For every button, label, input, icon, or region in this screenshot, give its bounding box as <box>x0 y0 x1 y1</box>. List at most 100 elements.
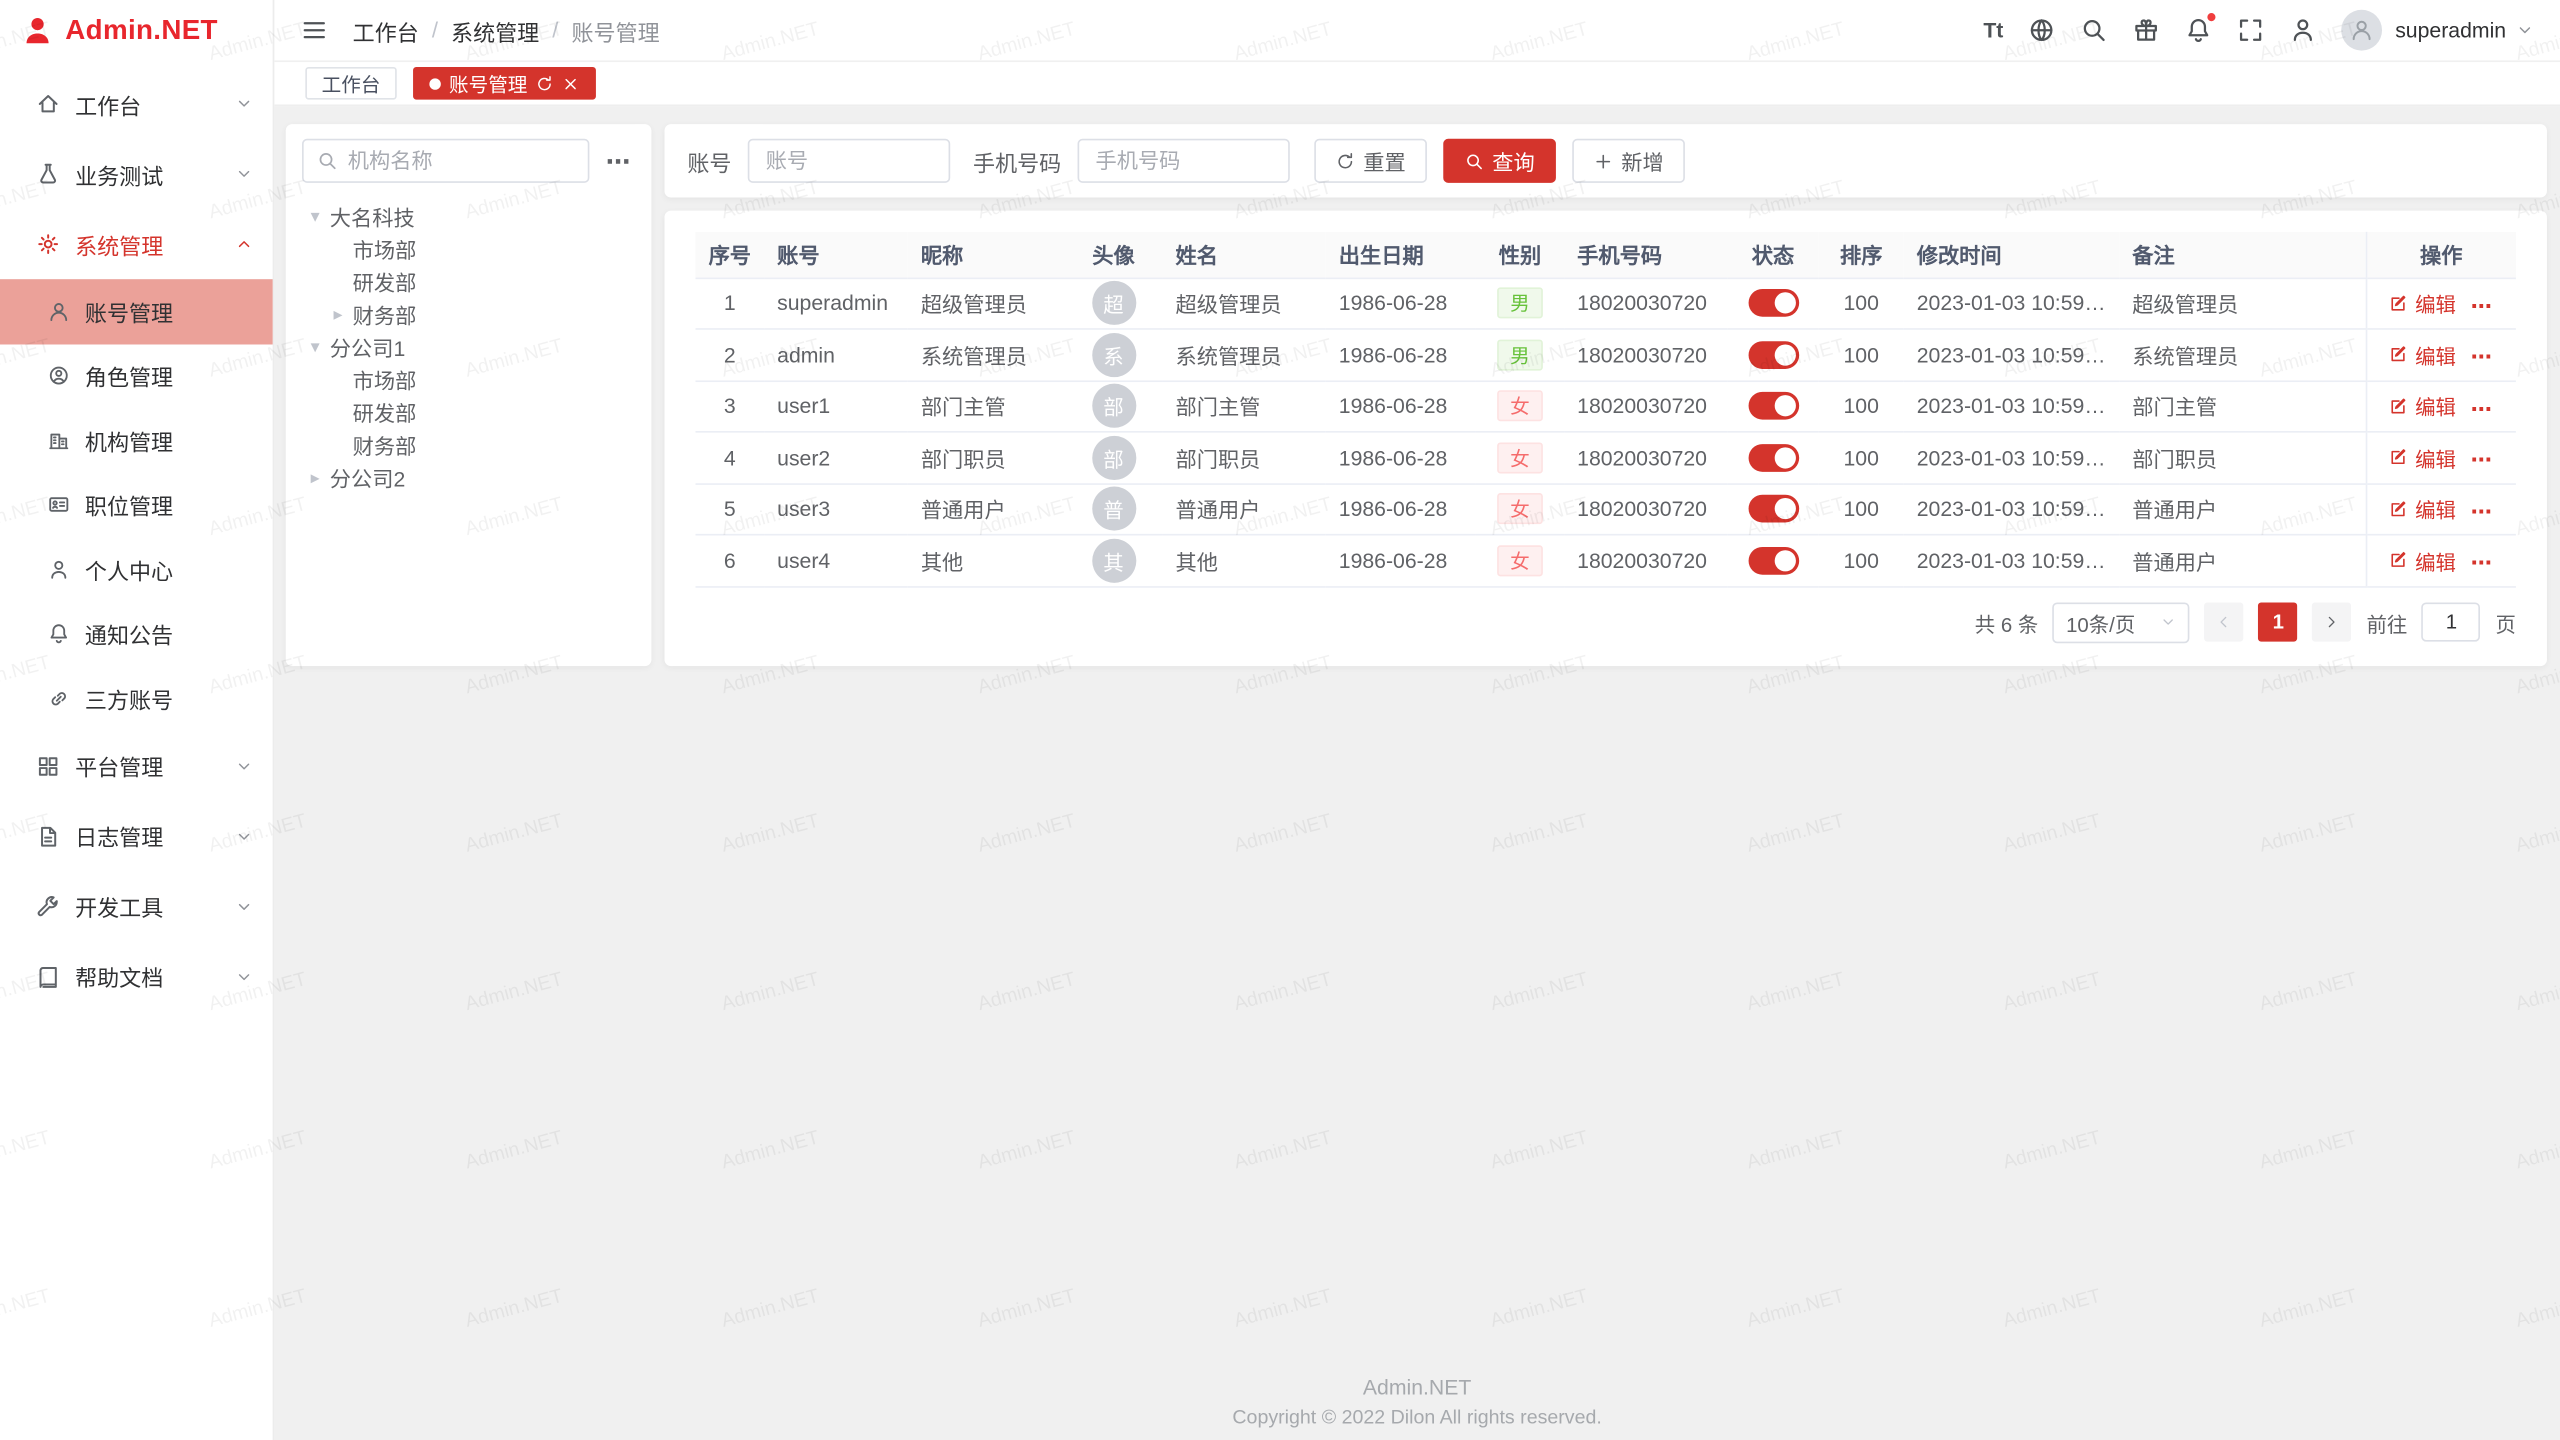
page-size-select[interactable]: 10条/页 <box>2053 602 2190 643</box>
page-button-1[interactable]: 1 <box>2259 602 2298 641</box>
caret-right-icon[interactable]: ▸ <box>305 466 325 487</box>
sidebar-item-devtools[interactable]: 开发工具 <box>0 871 273 941</box>
cell-gender: 女 <box>1476 535 1564 586</box>
tree-node-label: 大名科技 <box>330 200 415 231</box>
profile-icon[interactable] <box>2289 16 2317 44</box>
edit-button[interactable]: 编辑 <box>2389 390 2456 421</box>
status-toggle[interactable] <box>1748 495 1799 523</box>
search-icon[interactable] <box>2080 16 2108 44</box>
toggle-knob <box>1774 396 1795 417</box>
column-header: 出生日期 <box>1326 232 1476 278</box>
tree-node[interactable]: 财务部 <box>302 428 635 461</box>
reset-button[interactable]: 重置 <box>1314 139 1427 183</box>
tree-node-label: 财务部 <box>353 429 417 460</box>
sidebar-item-notice[interactable]: 通知公告 <box>0 602 273 666</box>
tab-close-icon[interactable] <box>562 74 580 92</box>
cell-seq: 5 <box>696 483 765 534</box>
sidebar-item-label: 职位管理 <box>85 489 173 522</box>
row-more-button[interactable]: ⋯ <box>2471 550 2494 574</box>
tree-node[interactable]: ▾分公司1 <box>302 330 635 363</box>
sidebar-item-log[interactable]: 日志管理 <box>0 801 273 871</box>
status-toggle[interactable] <box>1748 289 1799 317</box>
tree-node[interactable]: 市场部 <box>302 362 635 395</box>
account-table: 序号账号昵称头像姓名出生日期性别手机号码状态排序修改时间备注操作 1supera… <box>696 232 2516 587</box>
status-toggle[interactable] <box>1748 444 1799 472</box>
add-button[interactable]: 新增 <box>1572 139 1685 183</box>
text-size-icon[interactable]: Tt <box>1983 16 2003 44</box>
row-more-button[interactable]: ⋯ <box>2471 293 2494 317</box>
edit-button[interactable]: 编辑 <box>2389 442 2456 473</box>
reset-label: 重置 <box>1363 145 1405 176</box>
row-more-button[interactable]: ⋯ <box>2471 499 2494 523</box>
username[interactable]: superadmin <box>2395 18 2506 42</box>
sidebar-item-platform[interactable]: 平台管理 <box>0 731 273 801</box>
sidebar-item-business-test[interactable]: 业务测试 <box>0 139 273 209</box>
collapse-menu-icon[interactable] <box>300 16 328 44</box>
prev-page-button[interactable] <box>2205 602 2244 641</box>
tree-node[interactable]: 市场部 <box>302 232 635 265</box>
phone-filter-input[interactable] <box>1078 139 1290 183</box>
gift-icon[interactable] <box>2132 16 2160 44</box>
tab-workbench[interactable]: 工作台 <box>305 67 396 100</box>
search-button[interactable]: 查询 <box>1443 139 1556 183</box>
sidebar-item-system-management[interactable]: 系统管理 <box>0 209 273 279</box>
next-page-button[interactable] <box>2313 602 2352 641</box>
edit-icon <box>2389 550 2409 570</box>
edit-button[interactable]: 编辑 <box>2389 287 2456 318</box>
tree-node[interactable]: 研发部 <box>302 264 635 297</box>
search-icon <box>1465 151 1485 171</box>
cell-phone: 18020030720 <box>1564 380 1727 431</box>
tree-node[interactable]: ▸分公司2 <box>302 460 635 493</box>
row-more-button[interactable]: ⋯ <box>2471 396 2494 420</box>
row-more-button[interactable]: ⋯ <box>2471 344 2494 368</box>
sidebar-item-role[interactable]: 角色管理 <box>0 344 273 408</box>
cell-avatar: 普 <box>1064 483 1162 534</box>
tree-node[interactable]: ▸财务部 <box>302 297 635 330</box>
row-more-button[interactable]: ⋯ <box>2471 447 2494 471</box>
sidebar-item-third-account[interactable]: 三方账号 <box>0 666 273 730</box>
gender-badge: 男 <box>1497 288 1543 319</box>
sidebar-item-org[interactable]: 机构管理 <box>0 408 273 472</box>
fullscreen-icon[interactable] <box>2237 16 2265 44</box>
chevron-up-icon <box>235 235 253 253</box>
tab-refresh-icon[interactable] <box>536 74 554 92</box>
globe-icon[interactable] <box>2028 16 2056 44</box>
edit-label: 编辑 <box>2415 493 2456 524</box>
tree-node[interactable]: ▾大名科技 <box>302 199 635 232</box>
column-header: 手机号码 <box>1564 232 1727 278</box>
cell-modified-time: 2023-01-03 10:59:44 <box>1904 329 2120 380</box>
home-icon <box>36 91 60 115</box>
status-toggle[interactable] <box>1748 392 1799 420</box>
org-more-button[interactable]: ⋯ <box>602 146 635 175</box>
tab-account-management[interactable]: 账号管理 <box>413 67 596 100</box>
sidebar-item-profile[interactable]: 个人中心 <box>0 537 273 601</box>
account-filter-input[interactable] <box>748 139 950 183</box>
org-search-input[interactable] <box>348 149 575 173</box>
edit-button[interactable]: 编辑 <box>2389 493 2456 524</box>
sidebar-item-workbench[interactable]: 工作台 <box>0 69 273 139</box>
avatar[interactable] <box>2341 10 2382 51</box>
status-toggle[interactable] <box>1748 341 1799 369</box>
sidebar-item-post[interactable]: 职位管理 <box>0 473 273 537</box>
table-row: 3user1部门主管部部门主管1986-06-28女18020030720100… <box>696 380 2516 431</box>
caret-down-icon[interactable]: ▾ <box>305 205 325 226</box>
bell-icon[interactable] <box>2185 16 2213 44</box>
sidebar-item-account[interactable]: 账号管理 <box>0 279 273 343</box>
sidebar-item-docs[interactable]: 帮助文档 <box>0 941 273 1011</box>
edit-label: 编辑 <box>2415 544 2456 575</box>
goto-page-input[interactable] <box>2422 602 2481 641</box>
caret-right-icon[interactable]: ▸ <box>328 303 348 324</box>
chevron-left-icon <box>2216 614 2232 630</box>
caret-down-icon[interactable]: ▾ <box>305 336 325 357</box>
user-menu-chevron-icon[interactable] <box>2516 21 2534 39</box>
status-toggle[interactable] <box>1748 547 1799 575</box>
tree-node[interactable]: 研发部 <box>302 395 635 428</box>
tree-node-label: 财务部 <box>353 298 417 329</box>
edit-button[interactable]: 编辑 <box>2389 339 2456 370</box>
cell-gender: 男 <box>1476 278 1564 329</box>
cell-actions: 编辑 ⋯ <box>2366 278 2516 329</box>
breadcrumb-item[interactable]: 工作台 <box>353 14 419 47</box>
breadcrumb-item[interactable]: 系统管理 <box>451 14 539 47</box>
cell-status <box>1727 432 1818 483</box>
edit-button[interactable]: 编辑 <box>2389 544 2456 575</box>
